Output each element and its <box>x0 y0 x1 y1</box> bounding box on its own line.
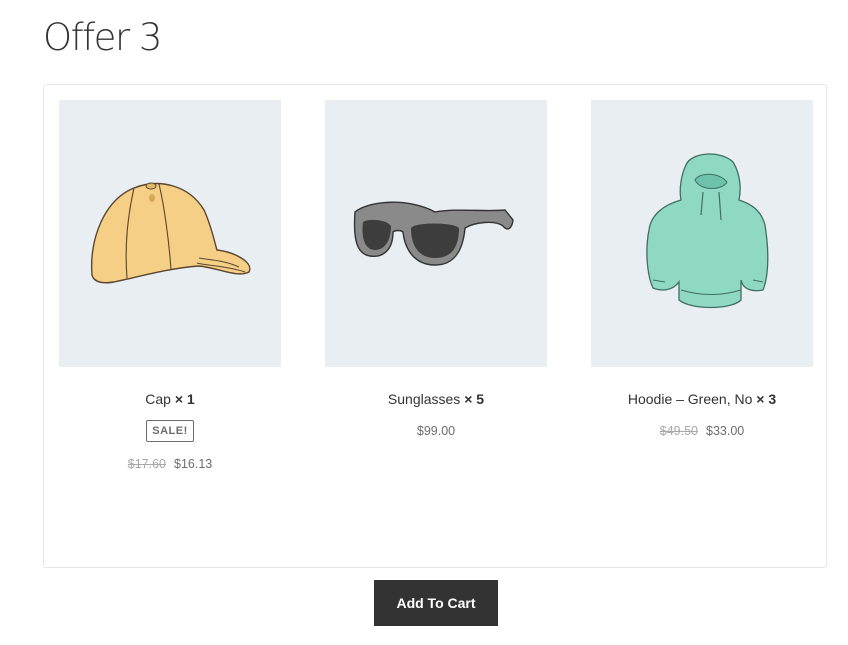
old-price: $17.60 <box>127 457 166 471</box>
product-quantity: × 5 <box>464 391 485 407</box>
product-image-hoodie[interactable] <box>591 100 813 367</box>
product-image-cap[interactable] <box>59 100 281 367</box>
page-title: Offer 3 <box>43 16 162 59</box>
product-title-cap[interactable]: Cap × 1 <box>59 391 281 407</box>
sunglasses-icon <box>353 201 514 266</box>
current-price: $16.13 <box>174 457 213 471</box>
old-price: $49.50 <box>659 424 698 438</box>
sale-badge: SALE! <box>146 420 194 442</box>
product-price-cap: $17.60 $16.13 <box>59 456 281 472</box>
product-name: Hoodie – Green, No <box>627 391 753 407</box>
product-quantity: × 3 <box>756 391 777 407</box>
product-price-hoodie: $49.50 $33.00 <box>591 423 813 439</box>
product-name: Cap <box>145 391 171 407</box>
product-card-cap: Cap × 1 SALE! $17.60 $16.13 <box>59 100 281 472</box>
offer-container: Cap × 1 SALE! $17.60 $16.13 Sunglasses × … <box>43 84 827 568</box>
current-price: $33.00 <box>706 424 745 438</box>
add-to-cart-button[interactable]: Add To Cart <box>374 580 498 626</box>
product-name: Sunglasses <box>387 391 461 407</box>
hoodie-icon <box>646 153 769 309</box>
product-card-hoodie: Hoodie – Green, No × 3 $49.50 $33.00 <box>591 100 813 439</box>
product-title-sunglasses[interactable]: Sunglasses × 5 <box>325 391 547 407</box>
product-image-sunglasses[interactable] <box>325 100 547 367</box>
product-price-sunglasses: $99.00 <box>325 423 547 439</box>
product-card-sunglasses: Sunglasses × 5 $99.00 <box>325 100 547 439</box>
product-quantity: × 1 <box>174 391 195 407</box>
cap-icon <box>90 182 251 284</box>
product-title-hoodie[interactable]: Hoodie – Green, No × 3 <box>591 391 813 407</box>
current-price: $99.00 <box>416 424 456 438</box>
